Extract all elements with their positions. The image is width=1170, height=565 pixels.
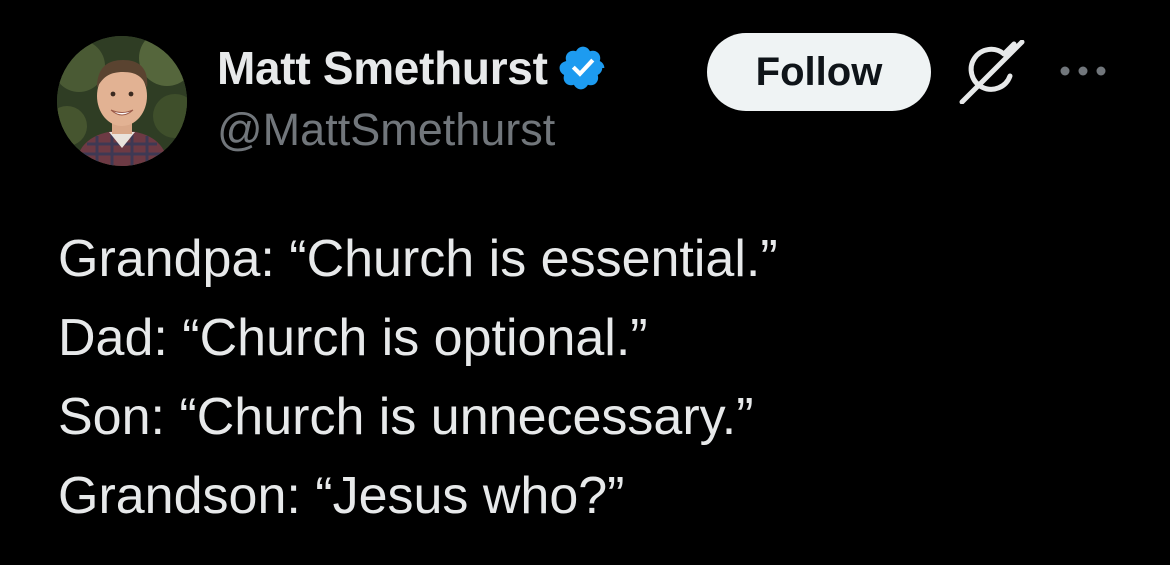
- follow-button[interactable]: Follow: [707, 33, 931, 111]
- tweet-line-dad: Dad: “Church is optional.”: [58, 309, 648, 367]
- tweet-text: Grandpa: “Church is essential.” Dad: “Ch…: [58, 220, 778, 536]
- avatar-photo: [57, 36, 187, 166]
- tweet-line-grandpa: Grandpa: “Church is essential.”: [58, 230, 778, 288]
- author-handle[interactable]: @MattSmethurst: [217, 104, 555, 156]
- avatar[interactable]: [57, 36, 187, 166]
- display-name[interactable]: Matt Smethurst: [217, 41, 548, 95]
- more-options-icon[interactable]: [1057, 57, 1109, 85]
- author-name-row: Matt Smethurst: [217, 38, 608, 98]
- verified-badge-icon[interactable]: [558, 43, 608, 93]
- tweet-card: Matt Smethurst @MattSmethurst Follow Gra…: [0, 0, 1170, 565]
- tweet-line-grandson: Grandson: “Jesus who?”: [58, 467, 625, 525]
- grok-icon[interactable]: [958, 39, 1026, 105]
- tweet-line-son: Son: “Church is unnecessary.”: [58, 388, 754, 446]
